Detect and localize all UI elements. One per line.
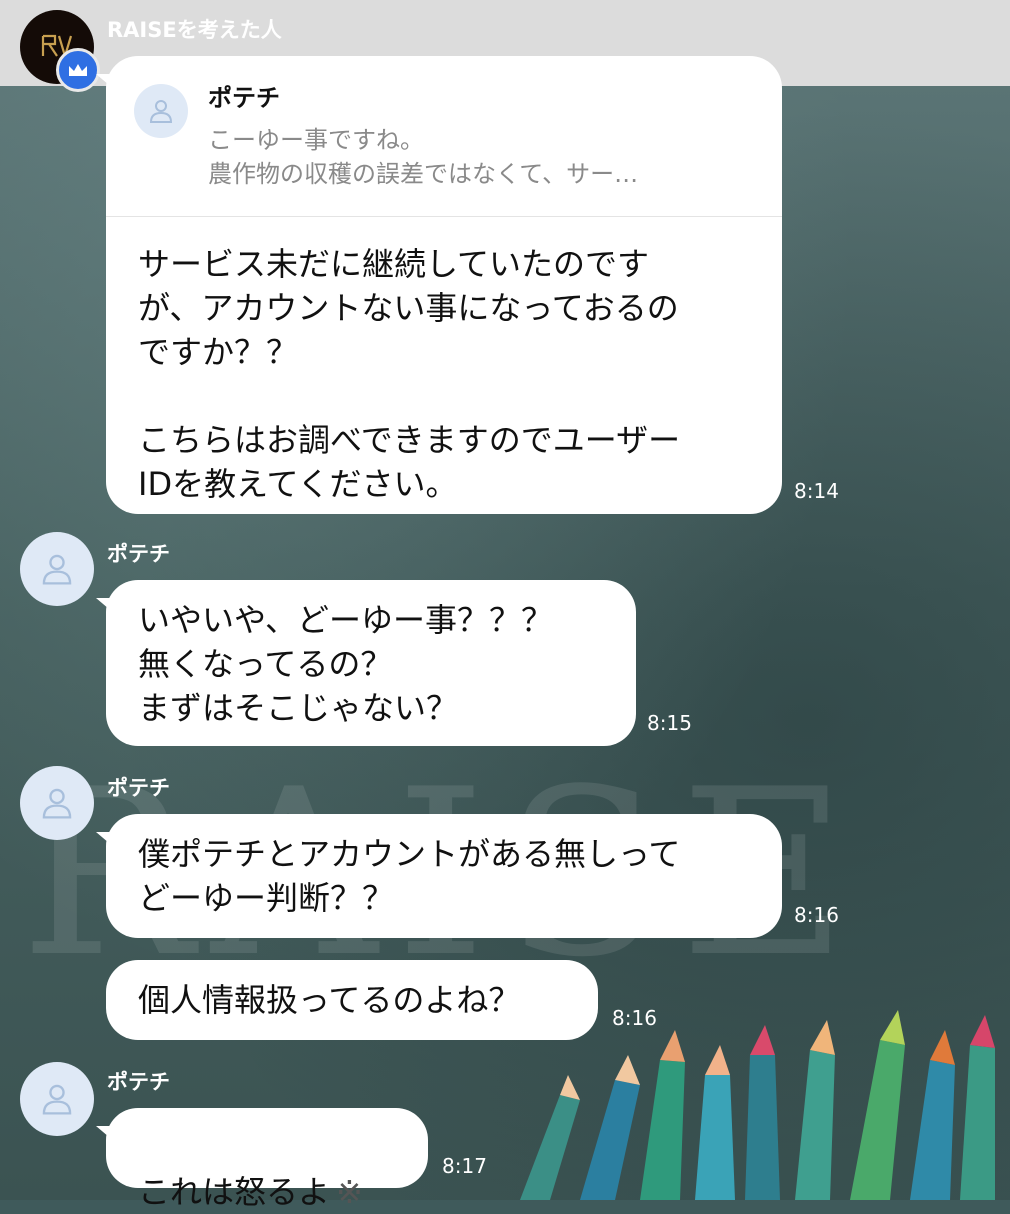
person-icon xyxy=(42,788,72,819)
user-avatar[interactable] xyxy=(20,532,94,606)
person-icon xyxy=(149,100,173,123)
person-icon xyxy=(42,1084,72,1115)
message-bubble[interactable]: 僕ポテチとアカウントがある無しって どーゆー判断？？ xyxy=(96,814,782,938)
message-text: 僕ポテチとアカウントがある無しって どーゆー判断？？ xyxy=(138,835,681,917)
person-icon xyxy=(42,554,72,585)
message-bubble[interactable]: いやいや、どーゆー事？？？ 無くなってるの？ まずはそこじゃない？ xyxy=(96,580,636,746)
message-text: これは怒るよ ※ xyxy=(138,1126,363,1214)
sender-name: ポテチ xyxy=(107,776,170,800)
sender-name: ポテチ xyxy=(107,542,170,566)
message-time: 8:15 xyxy=(647,711,692,735)
message-time: 8:17 xyxy=(442,1154,487,1178)
message-bubble[interactable]: ポテチ こーゆー事ですね。 農作物の収穫の誤差ではなくて、サー… サービス未だに… xyxy=(96,56,782,514)
message-text-body: これは怒るよ xyxy=(138,1173,331,1211)
message-time: 8:14 xyxy=(794,479,839,503)
message-time: 8:16 xyxy=(612,1006,657,1030)
message-text: サービス未だに継続していたのです が、アカウントない事になっておるの ですか？？… xyxy=(138,245,681,503)
message-bubble[interactable]: これは怒るよ ※ xyxy=(96,1108,428,1211)
quoted-avatar xyxy=(134,84,188,138)
user-avatar[interactable] xyxy=(20,1062,94,1136)
sender-name: ポテチ xyxy=(107,1070,170,1094)
message-bubble[interactable]: 個人情報扱ってるのよね？ xyxy=(106,960,598,1040)
reply-quote[interactable]: ポテチ こーゆー事ですね。 農作物の収穫の誤差ではなくて、サー… xyxy=(106,56,782,217)
message-text: 個人情報扱ってるのよね？ xyxy=(138,981,521,1019)
quoted-sender: ポテチ xyxy=(208,84,280,112)
crown-icon xyxy=(69,64,87,76)
message-time: 8:16 xyxy=(794,903,839,927)
quoted-line-2: 農作物の収穫の誤差ではなくて、サー… xyxy=(208,160,639,188)
crown-badge xyxy=(56,48,100,92)
message-text: いやいや、どーゆー事？？？ 無くなってるの？ まずはそこじゃない？ xyxy=(138,601,554,727)
reference-mark-emoji: ※ xyxy=(336,1173,363,1211)
sender-name: RAISEを考えた人 xyxy=(107,18,282,42)
user-avatar[interactable] xyxy=(20,766,94,840)
